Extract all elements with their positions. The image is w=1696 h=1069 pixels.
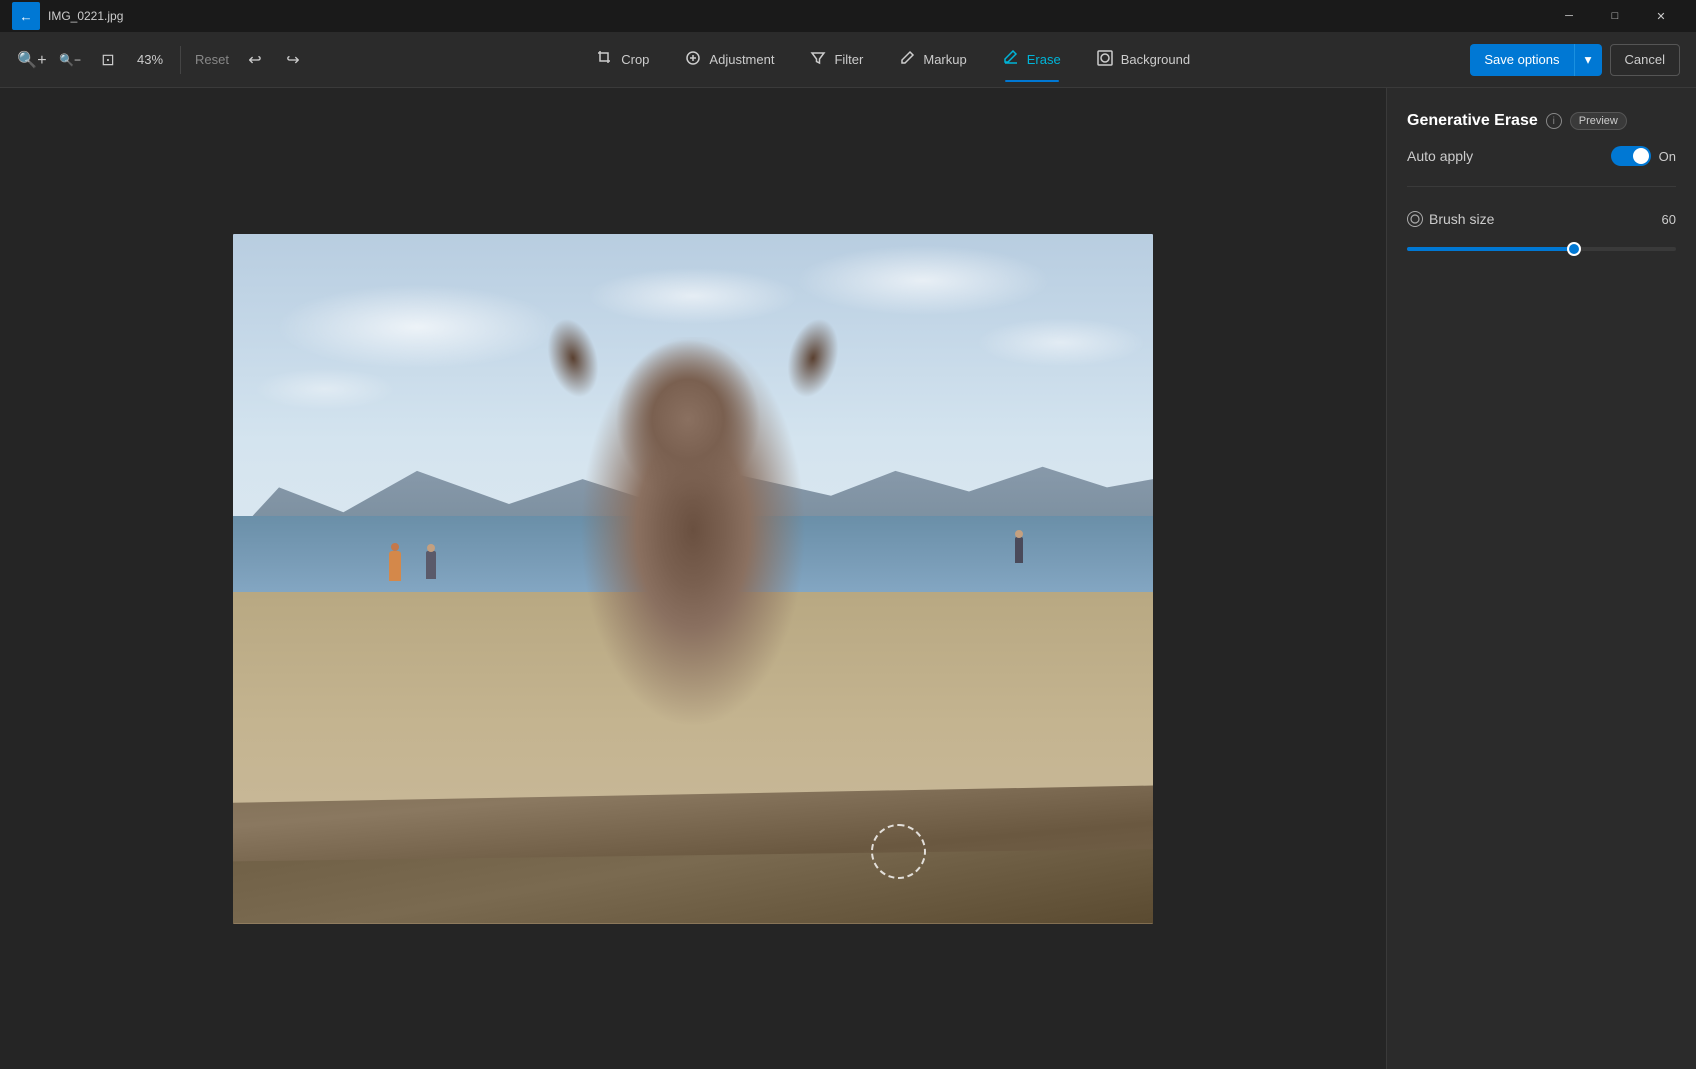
brush-size-icon — [1407, 211, 1423, 227]
tool-filter-button[interactable]: Filter — [794, 38, 879, 82]
zoom-out-icon: 🔍− — [59, 53, 81, 67]
image-canvas[interactable] — [233, 234, 1153, 924]
preview-badge[interactable]: Preview — [1570, 112, 1627, 130]
person-center — [426, 551, 436, 579]
maximize-button[interactable]: □ — [1592, 0, 1638, 32]
adjustment-icon — [685, 50, 701, 70]
back-button[interactable]: ← — [12, 2, 40, 30]
background-label: Background — [1121, 52, 1190, 67]
redo-button[interactable]: ↪ — [277, 44, 309, 76]
save-dropdown-button[interactable]: ▾ — [1574, 44, 1602, 76]
brush-size-text: Brush size — [1429, 211, 1494, 227]
undo-icon: ↩ — [248, 50, 261, 70]
title-bar-title: IMG_0221.jpg — [48, 9, 123, 23]
title-bar: ← IMG_0221.jpg ─ □ ✕ — [0, 0, 1696, 32]
adjustment-label: Adjustment — [709, 52, 774, 67]
panel-header: Generative Erase i Preview — [1407, 112, 1676, 130]
background-icon — [1097, 50, 1113, 70]
zoom-out-button[interactable]: 🔍− — [54, 44, 86, 76]
auto-apply-toggle[interactable] — [1611, 146, 1651, 166]
brush-size-label-group: Brush size — [1407, 211, 1494, 227]
erase-label: Erase — [1027, 52, 1061, 67]
title-bar-controls: ─ □ ✕ — [1546, 0, 1684, 32]
zoom-in-button[interactable]: 🔍+ — [16, 44, 48, 76]
slider-thumb[interactable] — [1567, 242, 1581, 256]
panel-divider — [1407, 186, 1676, 187]
zoom-in-icon: 🔍+ — [17, 50, 46, 70]
tool-adjustment-button[interactable]: Adjustment — [669, 38, 790, 82]
auto-apply-row: Auto apply On — [1407, 146, 1676, 166]
brush-size-value: 60 — [1662, 212, 1676, 227]
back-icon: ← — [19, 9, 32, 24]
save-options-group: Save options ▾ — [1470, 44, 1601, 76]
main-area: Generative Erase i Preview Auto apply On… — [0, 88, 1696, 1069]
save-options-button[interactable]: Save options — [1470, 44, 1573, 76]
tool-background-button[interactable]: Background — [1081, 38, 1206, 82]
toggle-on-label: On — [1659, 149, 1676, 164]
info-icon[interactable]: i — [1546, 113, 1562, 129]
tool-erase-button[interactable]: Erase — [987, 38, 1077, 82]
crop-label: Crop — [621, 52, 649, 67]
close-button[interactable]: ✕ — [1638, 0, 1684, 32]
canvas-area[interactable] — [0, 88, 1386, 1069]
toolbar-center: Crop Adjustment Filter — [321, 38, 1466, 82]
person-left — [389, 551, 401, 581]
filter-label: Filter — [834, 52, 863, 67]
brush-size-slider-container — [1407, 247, 1676, 251]
toolbar-left: 🔍+ 🔍− ⊡ 43% Reset ↩ ↪ — [16, 44, 309, 76]
tool-markup-button[interactable]: Markup — [883, 38, 982, 82]
auto-apply-label: Auto apply — [1407, 148, 1473, 164]
tool-crop-button[interactable]: Crop — [581, 38, 665, 82]
undo-button[interactable]: ↩ — [239, 44, 271, 76]
chevron-down-icon: ▾ — [1585, 52, 1592, 68]
crop-icon — [597, 50, 613, 70]
slider-track — [1407, 247, 1676, 251]
filter-icon — [810, 50, 826, 70]
toolbar-right: Save options ▾ Cancel — [1470, 44, 1680, 76]
toolbar-divider — [180, 46, 181, 74]
redo-icon: ↪ — [286, 50, 299, 70]
cancel-button[interactable]: Cancel — [1610, 44, 1680, 76]
fit-icon: ⊡ — [101, 50, 114, 70]
slider-fill — [1407, 247, 1574, 251]
markup-label: Markup — [923, 52, 966, 67]
reset-button[interactable]: Reset — [191, 52, 233, 67]
markup-icon — [899, 50, 915, 70]
title-bar-left: ← IMG_0221.jpg — [12, 2, 123, 30]
toolbar: 🔍+ 🔍− ⊡ 43% Reset ↩ ↪ Crop — [0, 32, 1696, 88]
brush-size-row: Brush size 60 — [1407, 211, 1676, 227]
minimize-button[interactable]: ─ — [1546, 0, 1592, 32]
toggle-container: On — [1611, 146, 1676, 166]
panel-title: Generative Erase — [1407, 112, 1538, 130]
fit-button[interactable]: ⊡ — [92, 44, 124, 76]
erase-icon — [1003, 50, 1019, 70]
zoom-level: 43% — [130, 52, 170, 67]
right-panel: Generative Erase i Preview Auto apply On… — [1386, 88, 1696, 1069]
person-right — [1015, 537, 1023, 563]
